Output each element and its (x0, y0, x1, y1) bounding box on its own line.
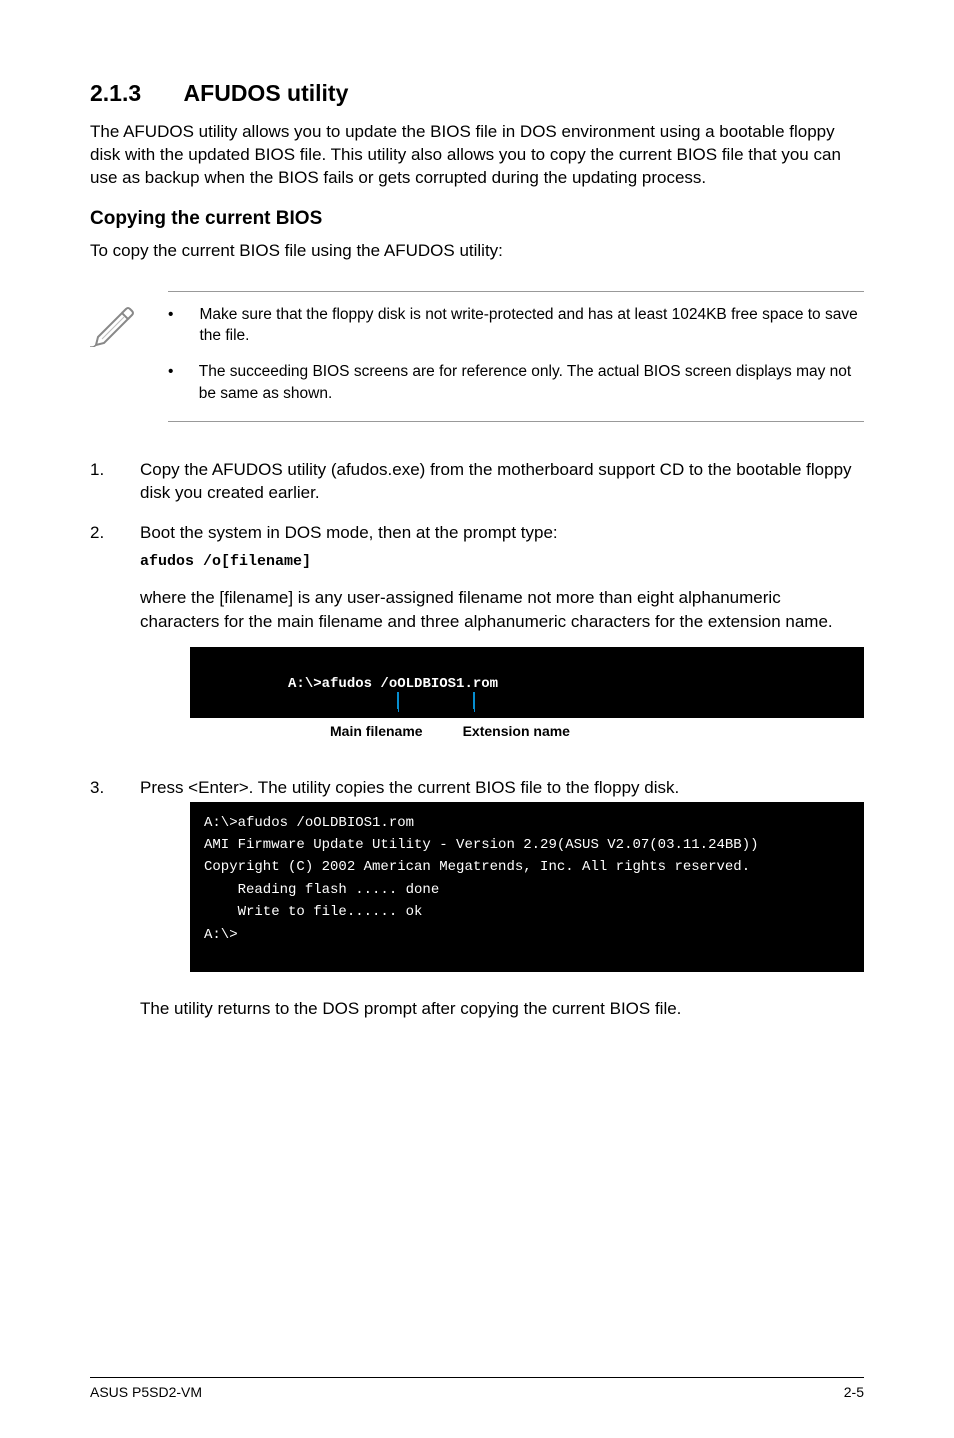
subsection-intro: To copy the current BIOS file using the … (90, 240, 864, 263)
term-line: Write to file...... ok (204, 901, 850, 923)
section-heading: 2.1.3 AFUDOS utility (90, 80, 864, 107)
section-title: AFUDOS utility (184, 80, 349, 106)
step-explanation: where the [filename] is any user-assigne… (140, 586, 864, 634)
terminal-output: A:\>afudos /oOLDBIOS1.rom (190, 647, 864, 718)
bullet-icon: • (168, 361, 175, 404)
pencil-icon (90, 291, 140, 352)
label-main-filename: Main filename (330, 722, 423, 742)
step-text: Boot the system in DOS mode, then at the… (140, 523, 558, 542)
bullet-icon: • (168, 304, 175, 347)
page-footer: ASUS P5SD2-VM 2-5 (90, 1377, 864, 1400)
term-line: A:\> (204, 924, 850, 946)
footer-left: ASUS P5SD2-VM (90, 1384, 202, 1400)
term-ext: rom (473, 676, 498, 692)
term-line: A:\>afudos /oOLDBIOS1.rom (204, 812, 850, 834)
closing-paragraph: The utility returns to the DOS prompt af… (140, 998, 864, 1021)
step-number: 1. (90, 458, 108, 506)
step-number: 2. (90, 521, 108, 760)
step-text: Press <Enter>. The utility copies the cu… (140, 778, 679, 797)
step-item: 1. Copy the AFUDOS utility (afudos.exe) … (90, 458, 864, 506)
label-extension-name: Extension name (463, 722, 570, 742)
term-line: Reading flash ..... done (204, 879, 850, 901)
term-main-filename: OLDBIOS1 (397, 676, 464, 692)
step-text: Copy the AFUDOS utility (afudos.exe) fro… (140, 460, 852, 503)
note-text: Make sure that the floppy disk is not wr… (199, 304, 864, 347)
note-item: • The succeeding BIOS screens are for re… (168, 361, 864, 404)
intro-paragraph: The AFUDOS utility allows you to update … (90, 121, 864, 190)
section-number: 2.1.3 (90, 80, 178, 107)
subsection-heading: Copying the current BIOS (90, 208, 864, 230)
note-item: • Make sure that the floppy disk is not … (168, 304, 864, 347)
term-dot: . (464, 676, 472, 692)
code-command: afudos /o[filename] (140, 551, 864, 572)
note-block: • Make sure that the floppy disk is not … (90, 291, 864, 422)
terminal-output: A:\>afudos /oOLDBIOS1.rom AMI Firmware U… (190, 802, 864, 972)
footer-right: 2-5 (844, 1384, 864, 1400)
term-line: Copyright (C) 2002 American Megatrends, … (204, 856, 850, 878)
step-item: 2. Boot the system in DOS mode, then at … (90, 521, 864, 760)
step-number: 3. (90, 776, 108, 1039)
step-item: 3. Press <Enter>. The utility copies the… (90, 776, 864, 1039)
term-prefix: A:\>afudos /o (288, 676, 397, 692)
note-text: The succeeding BIOS screens are for refe… (199, 361, 864, 404)
term-line: AMI Firmware Update Utility - Version 2.… (204, 834, 850, 856)
